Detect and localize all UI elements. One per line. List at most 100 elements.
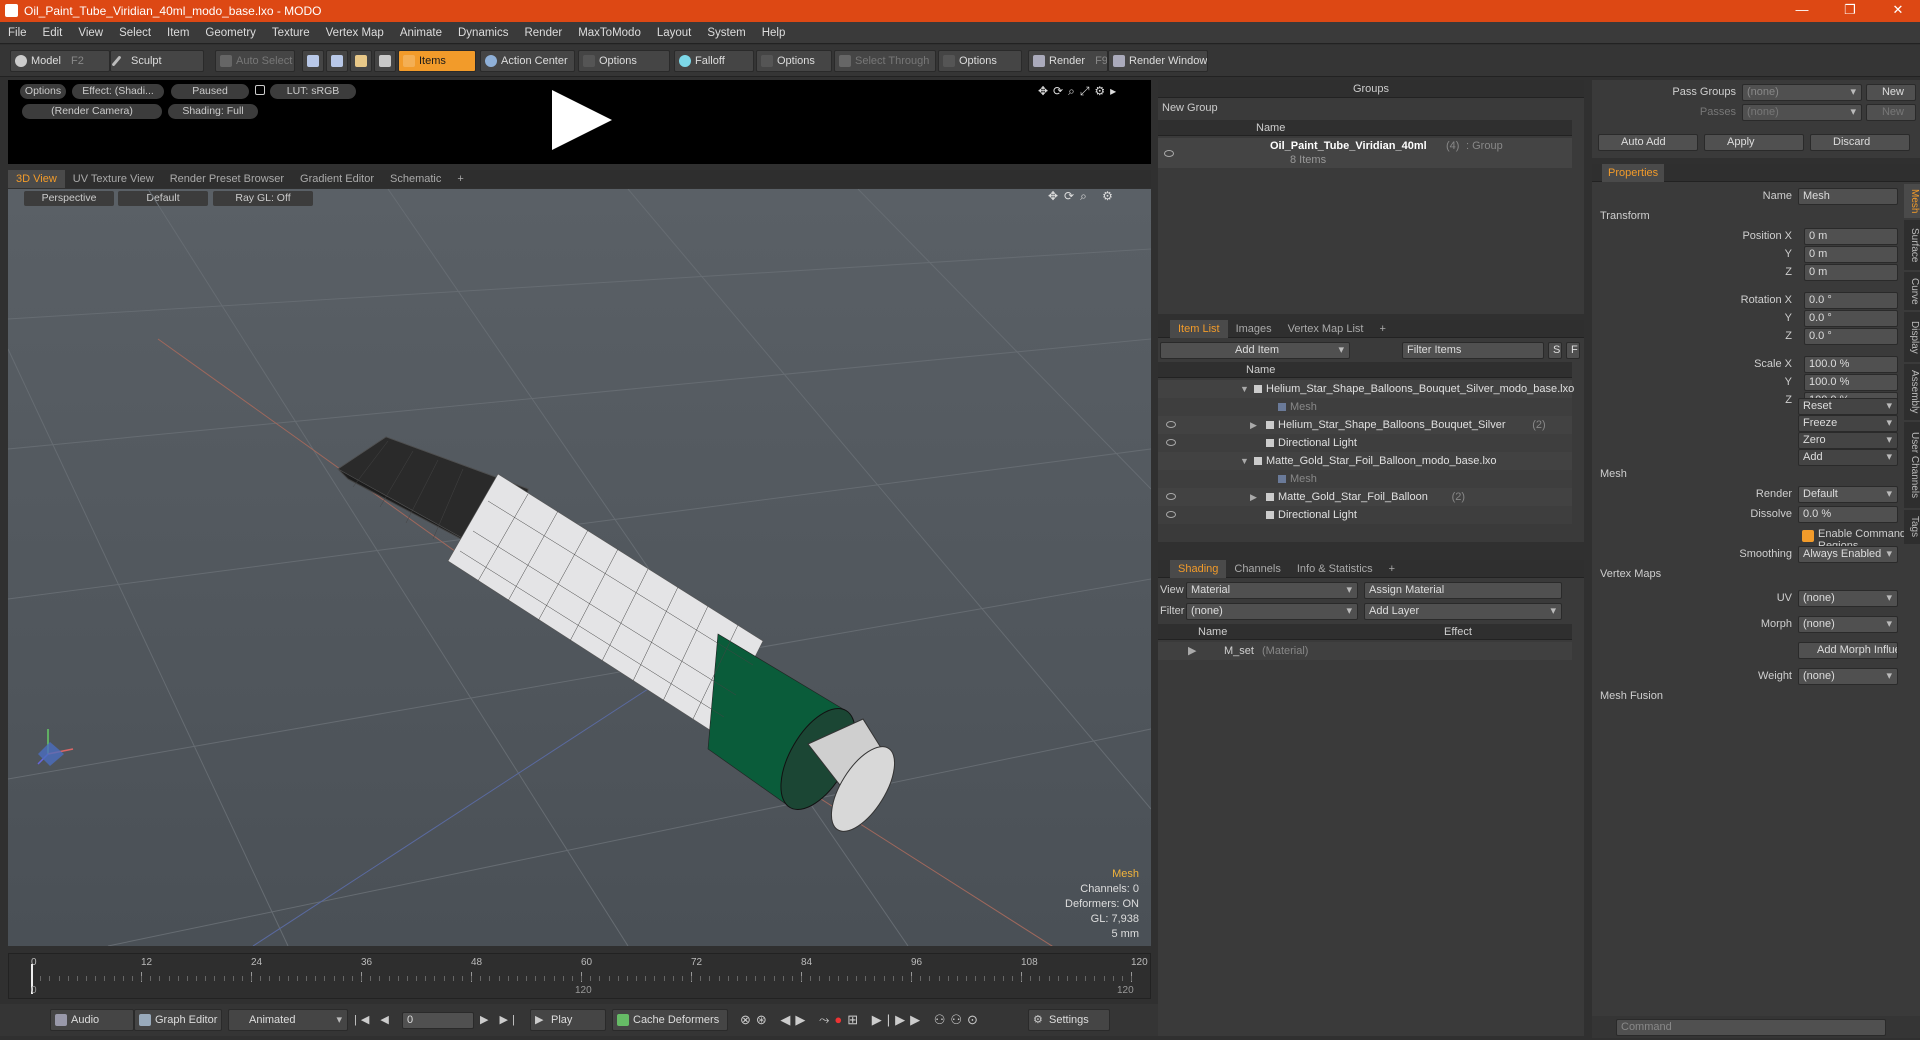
action-center-options-button[interactable]: Options xyxy=(578,50,670,72)
discard-button[interactable]: Discard xyxy=(1810,134,1910,151)
dissolve-field[interactable]: 0.0 % xyxy=(1798,506,1898,523)
property-field[interactable]: 0.0 ° xyxy=(1804,328,1898,345)
collapse-arrow-icon[interactable]: ▼ xyxy=(1240,452,1249,470)
filter-s-button[interactable]: S xyxy=(1548,342,1562,359)
items-mode-button[interactable]: Items xyxy=(398,50,476,72)
property-side-tab[interactable]: Tags xyxy=(1904,510,1920,544)
visibility-eye-icon[interactable] xyxy=(1166,511,1176,518)
sculpt-button[interactable]: Sculpt xyxy=(110,50,204,72)
render-window-button[interactable]: Render Window xyxy=(1108,50,1208,72)
menu-system[interactable]: System xyxy=(699,27,753,39)
falloff-options-button[interactable]: Options xyxy=(756,50,832,72)
item-list-row[interactable]: ▼ Helium_Star_Shape_Balloons_Bouquet_Silv… xyxy=(1158,380,1574,398)
effect-dropdown[interactable]: Effect: (Shadi... xyxy=(72,84,164,99)
edges-mode-icon[interactable] xyxy=(326,50,348,72)
rewind-icons[interactable]: |◀ ◀ xyxy=(354,1013,393,1026)
property-field[interactable]: 0.0 ° xyxy=(1804,310,1898,327)
menu-animate[interactable]: Animate xyxy=(392,27,450,39)
mesh-fusion-section[interactable]: Mesh Fusion xyxy=(1600,690,1663,702)
transform-action-reset[interactable]: Reset xyxy=(1798,398,1898,415)
graph-editor-button[interactable]: Graph Editor xyxy=(134,1009,222,1031)
view-tab-4[interactable]: Schematic xyxy=(382,170,449,188)
view-tab-1[interactable]: UV Texture View xyxy=(65,170,162,188)
passes-dropdown[interactable]: (none) xyxy=(1742,104,1862,121)
pass-groups-dropdown[interactable]: (none) xyxy=(1742,84,1862,101)
item-list-row[interactable]: ▶ Helium_Star_Shape_Balloons_Bouquet_Silv… xyxy=(1158,416,1572,434)
item-list-tab-0[interactable]: Item List xyxy=(1170,320,1228,338)
model-button[interactable]: Model F2 xyxy=(10,50,110,72)
menu-render[interactable]: Render xyxy=(516,27,570,39)
menu-geometry[interactable]: Geometry xyxy=(197,27,264,39)
name-field[interactable]: Mesh xyxy=(1798,188,1898,205)
item-list-row[interactable]: Directional Light xyxy=(1158,506,1572,524)
item-list-tab-3[interactable]: + xyxy=(1371,320,1393,338)
property-side-tab[interactable]: User Channels xyxy=(1904,422,1920,508)
property-field[interactable]: 0 m xyxy=(1804,246,1898,263)
shading-row[interactable]: ▶ M_set (Material) xyxy=(1158,642,1572,660)
uv-dropdown[interactable]: (none) xyxy=(1798,590,1898,607)
property-field[interactable]: 0.0 ° xyxy=(1804,292,1898,309)
audio-button[interactable]: Audio xyxy=(50,1009,134,1031)
menu-file[interactable]: File xyxy=(0,27,35,39)
shading-dropdown[interactable]: Shading: Full xyxy=(168,104,258,119)
transform-action-zero[interactable]: Zero xyxy=(1798,432,1898,449)
preview-options-button[interactable]: Options xyxy=(20,84,66,99)
3d-viewport[interactable]: Perspective Default Ray GL: Off ✥⟳⌕ ⚙ Me… xyxy=(8,189,1151,946)
vertices-mode-icon[interactable] xyxy=(302,50,324,72)
new-pass-button[interactable]: New xyxy=(1866,104,1916,121)
play-button[interactable]: ▶ Play xyxy=(530,1009,606,1031)
expand-arrow-icon[interactable]: ▶ xyxy=(1250,488,1257,506)
cache-deformers-button[interactable]: Cache Deformers xyxy=(612,1009,728,1031)
item-list-row[interactable]: Mesh xyxy=(1158,470,1572,488)
property-field[interactable]: 0 m xyxy=(1804,228,1898,245)
item-list-row[interactable]: ▶ Matte_Gold_Star_Foil_Balloon (2) xyxy=(1158,488,1572,506)
item-list-row[interactable]: ▼ Matte_Gold_Star_Foil_Balloon_modo_base.… xyxy=(1158,452,1572,470)
auto-add-button[interactable]: Auto Add xyxy=(1598,134,1698,151)
menu-dynamics[interactable]: Dynamics xyxy=(450,27,516,39)
lock-icon[interactable] xyxy=(255,85,265,95)
render-button[interactable]: Render F9 xyxy=(1028,50,1108,72)
menu-edit[interactable]: Edit xyxy=(35,27,71,39)
menu-vertex-map[interactable]: Vertex Map xyxy=(318,27,392,39)
add-item-dropdown[interactable]: Add Item xyxy=(1160,342,1350,359)
menu-maxtomodo[interactable]: MaxToModo xyxy=(570,27,649,39)
item-list-tab-2[interactable]: Vertex Map List xyxy=(1280,320,1372,338)
menu-select[interactable]: Select xyxy=(111,27,159,39)
property-field[interactable]: 0 m xyxy=(1804,264,1898,281)
animated-dropdown[interactable]: Animated xyxy=(228,1009,348,1031)
frame-input[interactable]: 0 xyxy=(402,1012,474,1029)
filter-items-input[interactable]: Filter Items xyxy=(1402,342,1544,359)
apply-button[interactable]: Apply xyxy=(1704,134,1804,151)
weight-dropdown[interactable]: (none) xyxy=(1798,668,1898,685)
falloff-button[interactable]: Falloff xyxy=(674,50,754,72)
mesh-section[interactable]: Mesh xyxy=(1600,468,1627,480)
new-group-button[interactable]: New Group xyxy=(1162,102,1218,114)
shading-tab-0[interactable]: Shading xyxy=(1170,560,1227,578)
materials-mode-icon[interactable] xyxy=(374,50,396,72)
item-list-row[interactable]: Mesh xyxy=(1158,398,1572,416)
shading-tab-2[interactable]: Info & Statistics xyxy=(1289,560,1381,578)
properties-tab[interactable]: Properties xyxy=(1602,164,1665,182)
assign-material-button[interactable]: Assign Material xyxy=(1364,582,1562,599)
shading-tab-3[interactable]: + xyxy=(1381,560,1403,578)
collapse-arrow-icon[interactable]: ▼ xyxy=(1240,380,1249,398)
add-morph-influence-button[interactable]: Add Morph Influence xyxy=(1798,642,1898,659)
property-side-tab[interactable]: Surface xyxy=(1904,220,1920,270)
filter-f-button[interactable]: F xyxy=(1566,342,1580,359)
auto-select-button[interactable]: Auto Select xyxy=(215,50,295,72)
property-side-tab[interactable]: Curve xyxy=(1904,272,1920,310)
view-tab-5[interactable]: + xyxy=(449,170,471,188)
vertex-maps-section[interactable]: Vertex Maps xyxy=(1600,568,1661,580)
select-through-button[interactable]: Select Through xyxy=(834,50,936,72)
view-dropdown[interactable]: Material xyxy=(1186,582,1358,599)
restore-icon[interactable]: ❐ xyxy=(1830,0,1870,22)
visibility-eye-icon[interactable] xyxy=(1166,421,1176,428)
item-list-row[interactable]: Directional Light xyxy=(1158,434,1572,452)
menu-view[interactable]: View xyxy=(70,27,111,39)
preview-view-icons[interactable]: ✥⟳⌕⤢⚙▸ xyxy=(1038,84,1121,99)
expand-arrow-icon[interactable]: ▶ xyxy=(1250,416,1257,434)
morph-dropdown[interactable]: (none) xyxy=(1798,616,1898,633)
property-side-tab[interactable]: Mesh xyxy=(1904,184,1920,218)
transform-section[interactable]: Transform xyxy=(1600,210,1650,222)
menu-texture[interactable]: Texture xyxy=(264,27,318,39)
